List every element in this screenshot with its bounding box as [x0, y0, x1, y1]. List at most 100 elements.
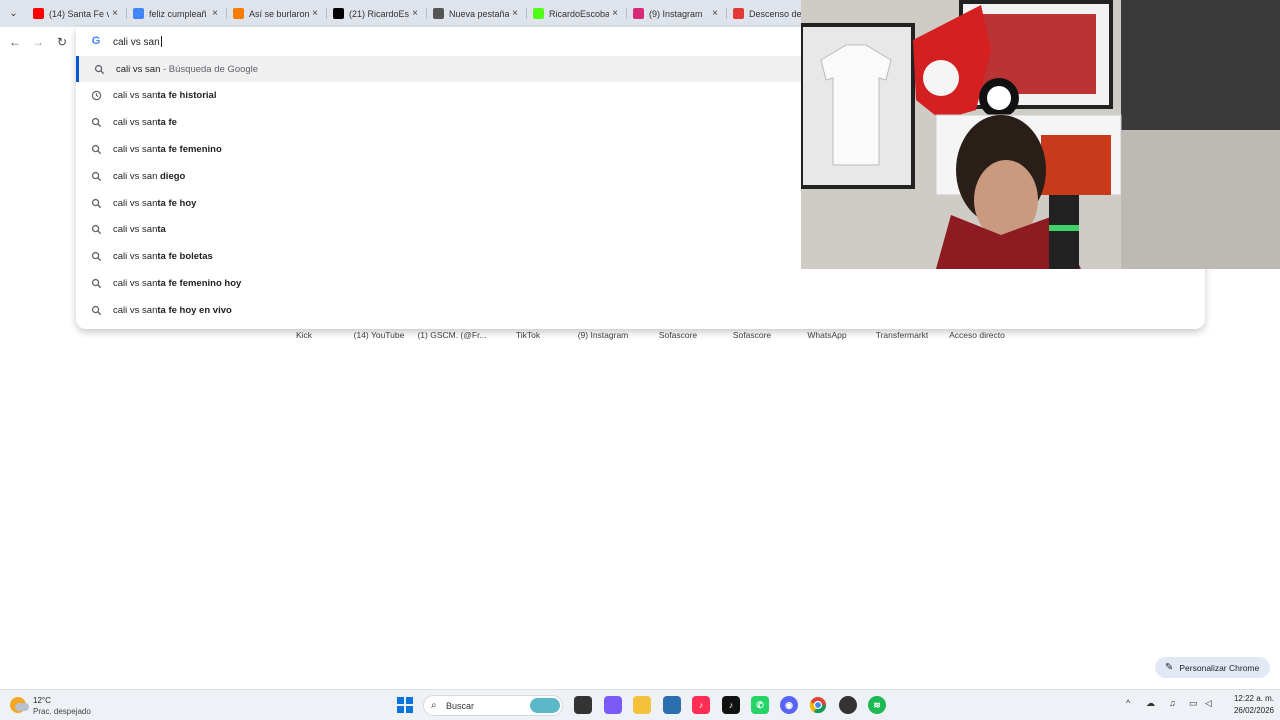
close-tab-icon[interactable]: × — [709, 8, 721, 19]
search-icon: ⌕ — [431, 700, 437, 711]
chevron-up-icon[interactable]: ^ — [1126, 698, 1130, 708]
suggestion-prefix: cali vs san — [113, 170, 160, 182]
chrome-icon[interactable] — [809, 696, 827, 714]
suggestion-completion: diego — [160, 170, 186, 182]
tab-title: RicardoEscoba — [549, 8, 609, 19]
suggestion-text: cali vs santa fe historial — [113, 90, 216, 101]
shortcut-tile[interactable]: WhatsApp — [792, 330, 862, 340]
volume-icon[interactable]: ◁ — [1205, 698, 1212, 709]
webcam-overlay — [801, 0, 1280, 269]
suggestion-prefix: cali vs san — [113, 224, 158, 236]
spotify-icon[interactable]: ≋ — [868, 696, 886, 714]
browser-tab[interactable]: (21) RicardoEsc × — [327, 0, 427, 27]
x-icon — [333, 8, 344, 19]
forward-icon[interactable]: → — [28, 32, 48, 52]
shortcut-tile[interactable]: Transfermarkt — [867, 330, 937, 340]
browser-tab[interactable]: (9) Instagram × — [627, 0, 727, 27]
tab-title: (21) RicardoEsc — [349, 8, 409, 19]
taskbar-search-label: Buscar — [446, 701, 475, 711]
suggestion-text: cali vs santa fe boletas — [113, 251, 213, 262]
close-tab-icon[interactable]: × — [209, 8, 221, 19]
suggestion-completion: ta fe historial — [157, 90, 217, 102]
close-tab-icon[interactable]: × — [609, 8, 621, 19]
tab-title: (14) Santa Fe v — [49, 8, 109, 19]
reload-icon[interactable]: ↻ — [52, 32, 72, 52]
suggestion-text: cali vs santa fe — [113, 117, 177, 128]
browser-tab[interactable]: Nueva pestaña × — [427, 0, 527, 27]
tiktok-icon[interactable]: ♪ — [722, 696, 740, 714]
browser-tab[interactable]: feliz cumpleañ × — [127, 0, 227, 27]
close-tab-icon[interactable]: × — [309, 8, 321, 19]
search-icon — [90, 304, 102, 316]
shortcut-tile[interactable]: (14) YouTube — [344, 330, 414, 340]
text-cursor — [160, 36, 162, 47]
omnibox-suggestion[interactable]: cali vs santa fe hoy en vivo — [76, 297, 1205, 323]
search-icon — [90, 224, 102, 236]
suggestion-text: cali vs santa fe hoy — [113, 198, 196, 209]
search-highlight-icon — [530, 698, 560, 713]
task-view-icon[interactable] — [574, 696, 592, 714]
tab-title: Nueva pestaña — [449, 8, 509, 19]
whatsapp-icon[interactable]: ✆ — [751, 696, 769, 714]
shortcut-tile[interactable]: TikTok — [493, 330, 563, 340]
suggestion-prefix: cali vs san — [113, 277, 158, 289]
close-tab-icon[interactable]: × — [109, 8, 121, 19]
store-icon[interactable] — [663, 696, 681, 714]
shortcut-tile[interactable]: Kick — [269, 330, 339, 340]
obs-icon[interactable] — [839, 696, 857, 714]
taskbar: 12°C Prac. despejado ⌕ Buscar ♪ ♪ ✆ ◉ ≋ … — [0, 689, 1280, 720]
weather-widget[interactable]: 12°C Prac. despejado — [10, 694, 100, 718]
widgets-app-icon[interactable] — [604, 696, 622, 714]
browser-tab[interactable]: (14) Santa Fe v × — [27, 0, 127, 27]
taskbar-search[interactable]: ⌕ Buscar — [423, 695, 563, 716]
shortcut-tile[interactable]: (9) Instagram — [568, 330, 638, 340]
weather-condition: Prac. despejado — [33, 707, 91, 716]
file-explorer-icon[interactable] — [633, 696, 651, 714]
back-icon[interactable]: ← — [5, 32, 25, 52]
tab-search-button[interactable]: ⌄ — [0, 0, 27, 27]
address-input[interactable]: cali vs san — [113, 36, 162, 48]
network-icon[interactable]: ☁ — [1146, 698, 1155, 709]
suggestion-completion: ta fe hoy en vivo — [157, 304, 232, 316]
discord-icon[interactable]: ◉ — [780, 696, 798, 714]
search-icon — [90, 251, 102, 263]
tab-title: (9) Instagram — [649, 8, 703, 19]
customize-chrome-button[interactable]: ✎ Personalizar Chrome — [1155, 657, 1270, 678]
suggestion-text: cali vs santa fe hoy en vivo — [113, 305, 232, 316]
suggestion-description: - Búsqueda de Google — [160, 63, 259, 75]
shortcut-tile[interactable]: (1) GSCM. (@Fr... — [417, 330, 487, 340]
browser-tab[interactable]: RicardoEscoba × — [527, 0, 627, 27]
close-tab-icon[interactable]: × — [409, 8, 421, 19]
omnibox-suggestion[interactable]: cali vs santa fe femenino hoy — [76, 270, 1205, 296]
suggestion-prefix: cali vs san — [113, 304, 158, 316]
microphone-icon[interactable]: ♫ — [1169, 698, 1176, 708]
instagram-icon — [633, 8, 644, 19]
search-icon — [90, 143, 102, 155]
close-tab-icon[interactable]: × — [509, 8, 521, 19]
taskbar-clock[interactable]: 12:22 a. m. 26/02/2026 — [1220, 693, 1274, 717]
shortcut-tile[interactable]: Sofascore — [717, 330, 787, 340]
search-icon — [90, 197, 102, 209]
weather-temp: 12°C — [33, 696, 51, 705]
shortcut-tile[interactable]: Sofascore — [643, 330, 713, 340]
suggestion-completion: ta fe — [157, 117, 177, 129]
tiktok-studio-icon[interactable]: ♪ — [692, 696, 710, 714]
suggestion-completion: ta fe hoy — [157, 197, 197, 209]
pencil-icon: ✎ — [1165, 662, 1174, 673]
suggestion-prefix: cali vs san — [113, 117, 158, 129]
search-icon — [90, 170, 102, 182]
shortcut-tile[interactable]: Acceso directo — [942, 330, 1012, 340]
browser-tab[interactable]: Así se burlaron × — [227, 0, 327, 27]
display-icon[interactable]: ▭ — [1189, 698, 1198, 709]
tab-title: feliz cumpleañ — [149, 8, 207, 19]
windows-start-icon[interactable] — [396, 696, 414, 714]
search-icon — [93, 63, 105, 75]
suggestion-completion: ta — [157, 224, 166, 236]
webcam-image — [801, 0, 1280, 269]
suggestion-text: cali vs santa fe femenino — [113, 144, 222, 155]
shortcuts-row: Kick (14) YouTube (1) GSCM. (@Fr... TikTok (… — [0, 330, 1280, 342]
search-icon — [90, 117, 102, 129]
news-icon — [233, 8, 244, 19]
browser-window: ⌄ (14) Santa Fe v × feliz cumpleañ × Así se … — [0, 0, 1280, 720]
suggestion-prefix: cali vs san — [113, 197, 158, 209]
